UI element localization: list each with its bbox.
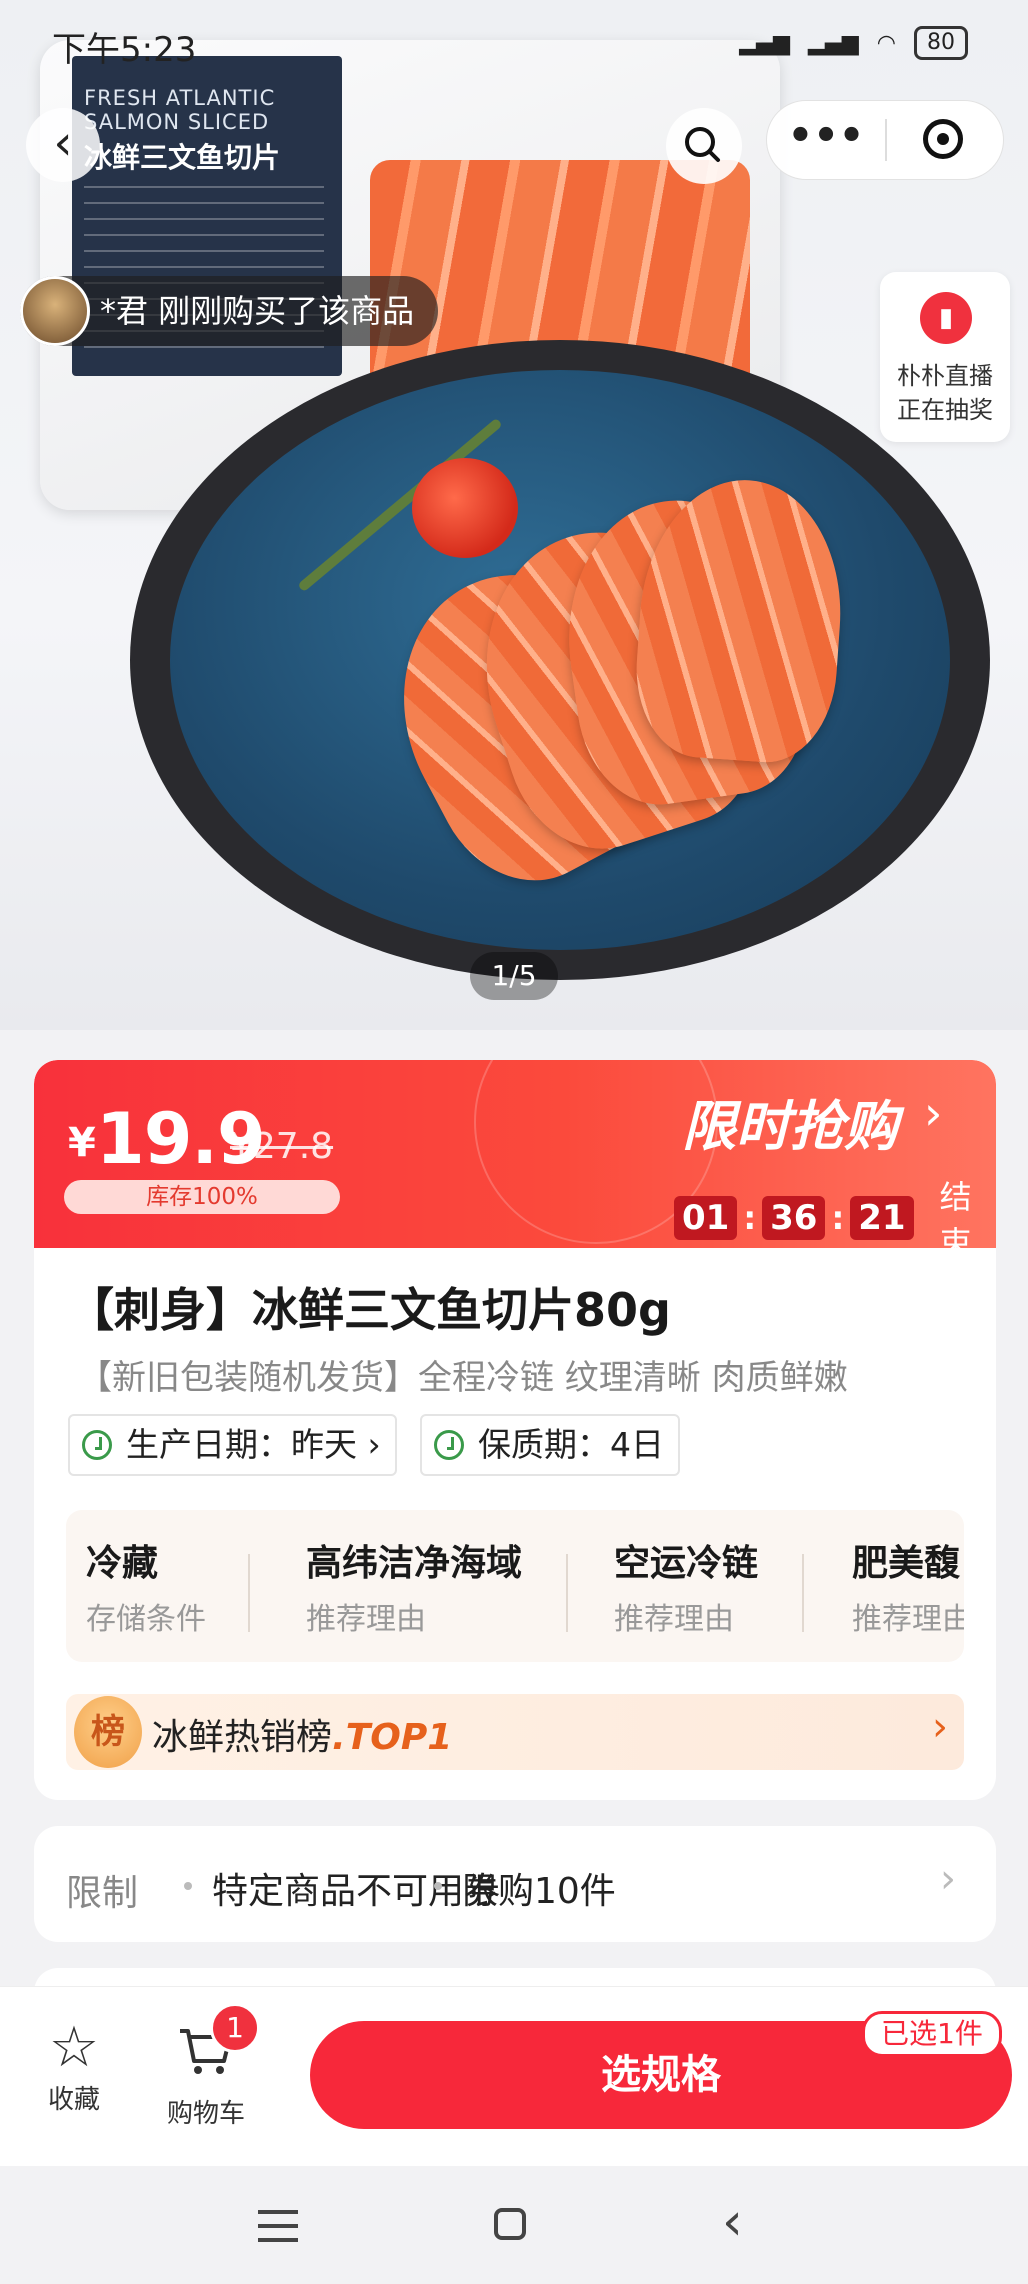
- production-date-chip[interactable]: 生产日期：昨天 ›: [68, 1414, 397, 1476]
- recent-buyer-notice: *君 刚刚购买了该商品: [20, 276, 439, 346]
- chevron-right-icon: ›: [940, 1856, 956, 1902]
- status-time: 下午5:23: [52, 30, 197, 70]
- price-currency: ¥: [68, 1120, 96, 1166]
- feature-strip[interactable]: 冷藏 存储条件 高纬洁净海域 推荐理由 空运冷链 推荐理由 肥美馥 推荐理由: [66, 1510, 964, 1662]
- plate-image: [130, 340, 990, 980]
- miniprogram-capsule: •••: [766, 100, 1004, 180]
- limits-label: 限制: [66, 1873, 139, 1914]
- live-title: 朴朴直播: [897, 362, 993, 390]
- avatar: [20, 276, 90, 346]
- system-navigation-bar: ‹: [0, 2166, 1028, 2284]
- feature-title: 冷藏: [86, 1543, 159, 1584]
- ranking-title: 冰鲜热销榜: [152, 1717, 333, 1758]
- home-icon[interactable]: [494, 2208, 526, 2240]
- bullet-dot: [184, 1882, 192, 1890]
- status-bar: 下午5:23 ▂▄▆ ▂▄▆ ◠ 80: [0, 18, 1028, 74]
- clock-icon: [434, 1430, 464, 1460]
- feature-title: 高纬洁净海域: [306, 1543, 523, 1584]
- flash-sale-title: 限时抢购: [682, 1095, 898, 1158]
- production-date-text: 生产日期：昨天: [126, 1425, 357, 1464]
- chevron-right-icon: ›: [932, 1704, 948, 1750]
- menu-icon[interactable]: [258, 2210, 298, 2242]
- hot-sale-ranking[interactable]: 榜 冰鲜热销榜.TOP1 ›: [66, 1694, 964, 1770]
- bottom-action-bar: ☆ 收藏 购物车 1 选规格 已选1件: [0, 1986, 1028, 2167]
- selected-count-badge: 已选1件: [862, 2011, 1002, 2057]
- search-icon: [685, 127, 720, 162]
- back-icon[interactable]: ‹: [722, 2192, 743, 2252]
- feature-subtitle: 推荐理由: [306, 1602, 426, 1637]
- product-title: 【刺身】冰鲜三文鱼切片80g: [68, 1283, 671, 1337]
- live-subtitle: 正在抽奖: [897, 396, 993, 424]
- close-miniprogram-icon[interactable]: [923, 119, 963, 159]
- back-button[interactable]: ‹: [26, 108, 100, 182]
- cart-label: 购物车: [166, 2099, 245, 2129]
- package-label-en: FRESH ATLANTIC SALMON SLICED: [84, 86, 276, 134]
- live-chart-icon: ▮: [920, 292, 972, 344]
- search-button[interactable]: [666, 108, 742, 184]
- chevron-right-icon: ›: [357, 1425, 381, 1464]
- feature-subtitle: 推荐理由: [614, 1602, 734, 1637]
- limit-item: 限购10件: [462, 1871, 616, 1912]
- wifi-icon: ◠: [876, 30, 896, 56]
- timer-hours: 01: [674, 1196, 738, 1240]
- feature-subtitle: 推荐理由: [852, 1602, 964, 1637]
- feature-title: 肥美馥: [852, 1543, 961, 1584]
- favorite-button[interactable]: ☆ 收藏: [34, 2017, 114, 2116]
- feature-item: 空运冷链 推荐理由: [614, 1534, 758, 1638]
- feature-item: 高纬洁净海域 推荐理由: [306, 1534, 522, 1638]
- flash-sale-banner[interactable]: ¥ 19.9 ¥27.8 库存100% 限时抢购 › 01 : 36 : 21 …: [34, 1060, 996, 1262]
- star-icon: ☆: [48, 2015, 100, 2080]
- tomato-garnish: [412, 458, 518, 558]
- favorite-label: 收藏: [47, 2085, 100, 2115]
- live-stream-entry[interactable]: ▮ 朴朴直播 正在抽奖: [880, 272, 1010, 442]
- feature-item: 冷藏 存储条件: [86, 1534, 206, 1638]
- purchase-limits-row[interactable]: 限制 特定商品不可用券 限购10件 ›: [34, 1826, 996, 1942]
- timer-end-label: 结束: [939, 1178, 972, 1262]
- battery-icon: 80: [914, 26, 968, 60]
- stock-indicator: 库存100%: [64, 1180, 340, 1214]
- cart-count-badge: 1: [210, 2003, 260, 2053]
- product-info-card: ¥ 19.9 ¥27.8 库存100% 限时抢购 › 01 : 36 : 21 …: [34, 1060, 996, 1800]
- signal-icon-2: ▂▄▆: [808, 30, 859, 56]
- ranking-icon: 榜: [74, 1696, 142, 1768]
- timer-seconds: 21: [850, 1196, 914, 1240]
- clock-icon: [82, 1430, 112, 1460]
- shelf-life-chip: 保质期：4日: [420, 1414, 680, 1476]
- limit-item: 特定商品不可用券: [212, 1871, 501, 1912]
- countdown-timer: 01 : 36 : 21 结束: [674, 1172, 996, 1264]
- feature-subtitle: 存储条件: [86, 1602, 206, 1637]
- recent-buyer-text: *君 刚刚购买了该商品: [100, 292, 415, 330]
- chevron-right-icon: ›: [924, 1086, 943, 1140]
- signal-icon: ▂▄▆: [739, 30, 791, 56]
- shelf-life-text: 保质期：4日: [478, 1425, 664, 1464]
- original-price: ¥27.8: [230, 1126, 334, 1167]
- product-subtitle: 【新旧包装随机发货】全程冷链 纹理清晰 肉质鲜嫩: [78, 1358, 848, 1398]
- ranking-position: .TOP1: [332, 1717, 453, 1758]
- feature-item: 肥美馥 推荐理由: [852, 1534, 964, 1638]
- feature-title: 空运冷链: [614, 1543, 759, 1584]
- image-pager: 1/5: [470, 952, 558, 1000]
- package-label-cn: 冰鲜三文鱼切片: [84, 141, 281, 174]
- timer-minutes: 36: [762, 1196, 826, 1240]
- bullet-dot: [434, 1882, 442, 1890]
- cart-button[interactable]: 购物车 1: [156, 2003, 260, 2130]
- more-button[interactable]: •••: [767, 101, 885, 179]
